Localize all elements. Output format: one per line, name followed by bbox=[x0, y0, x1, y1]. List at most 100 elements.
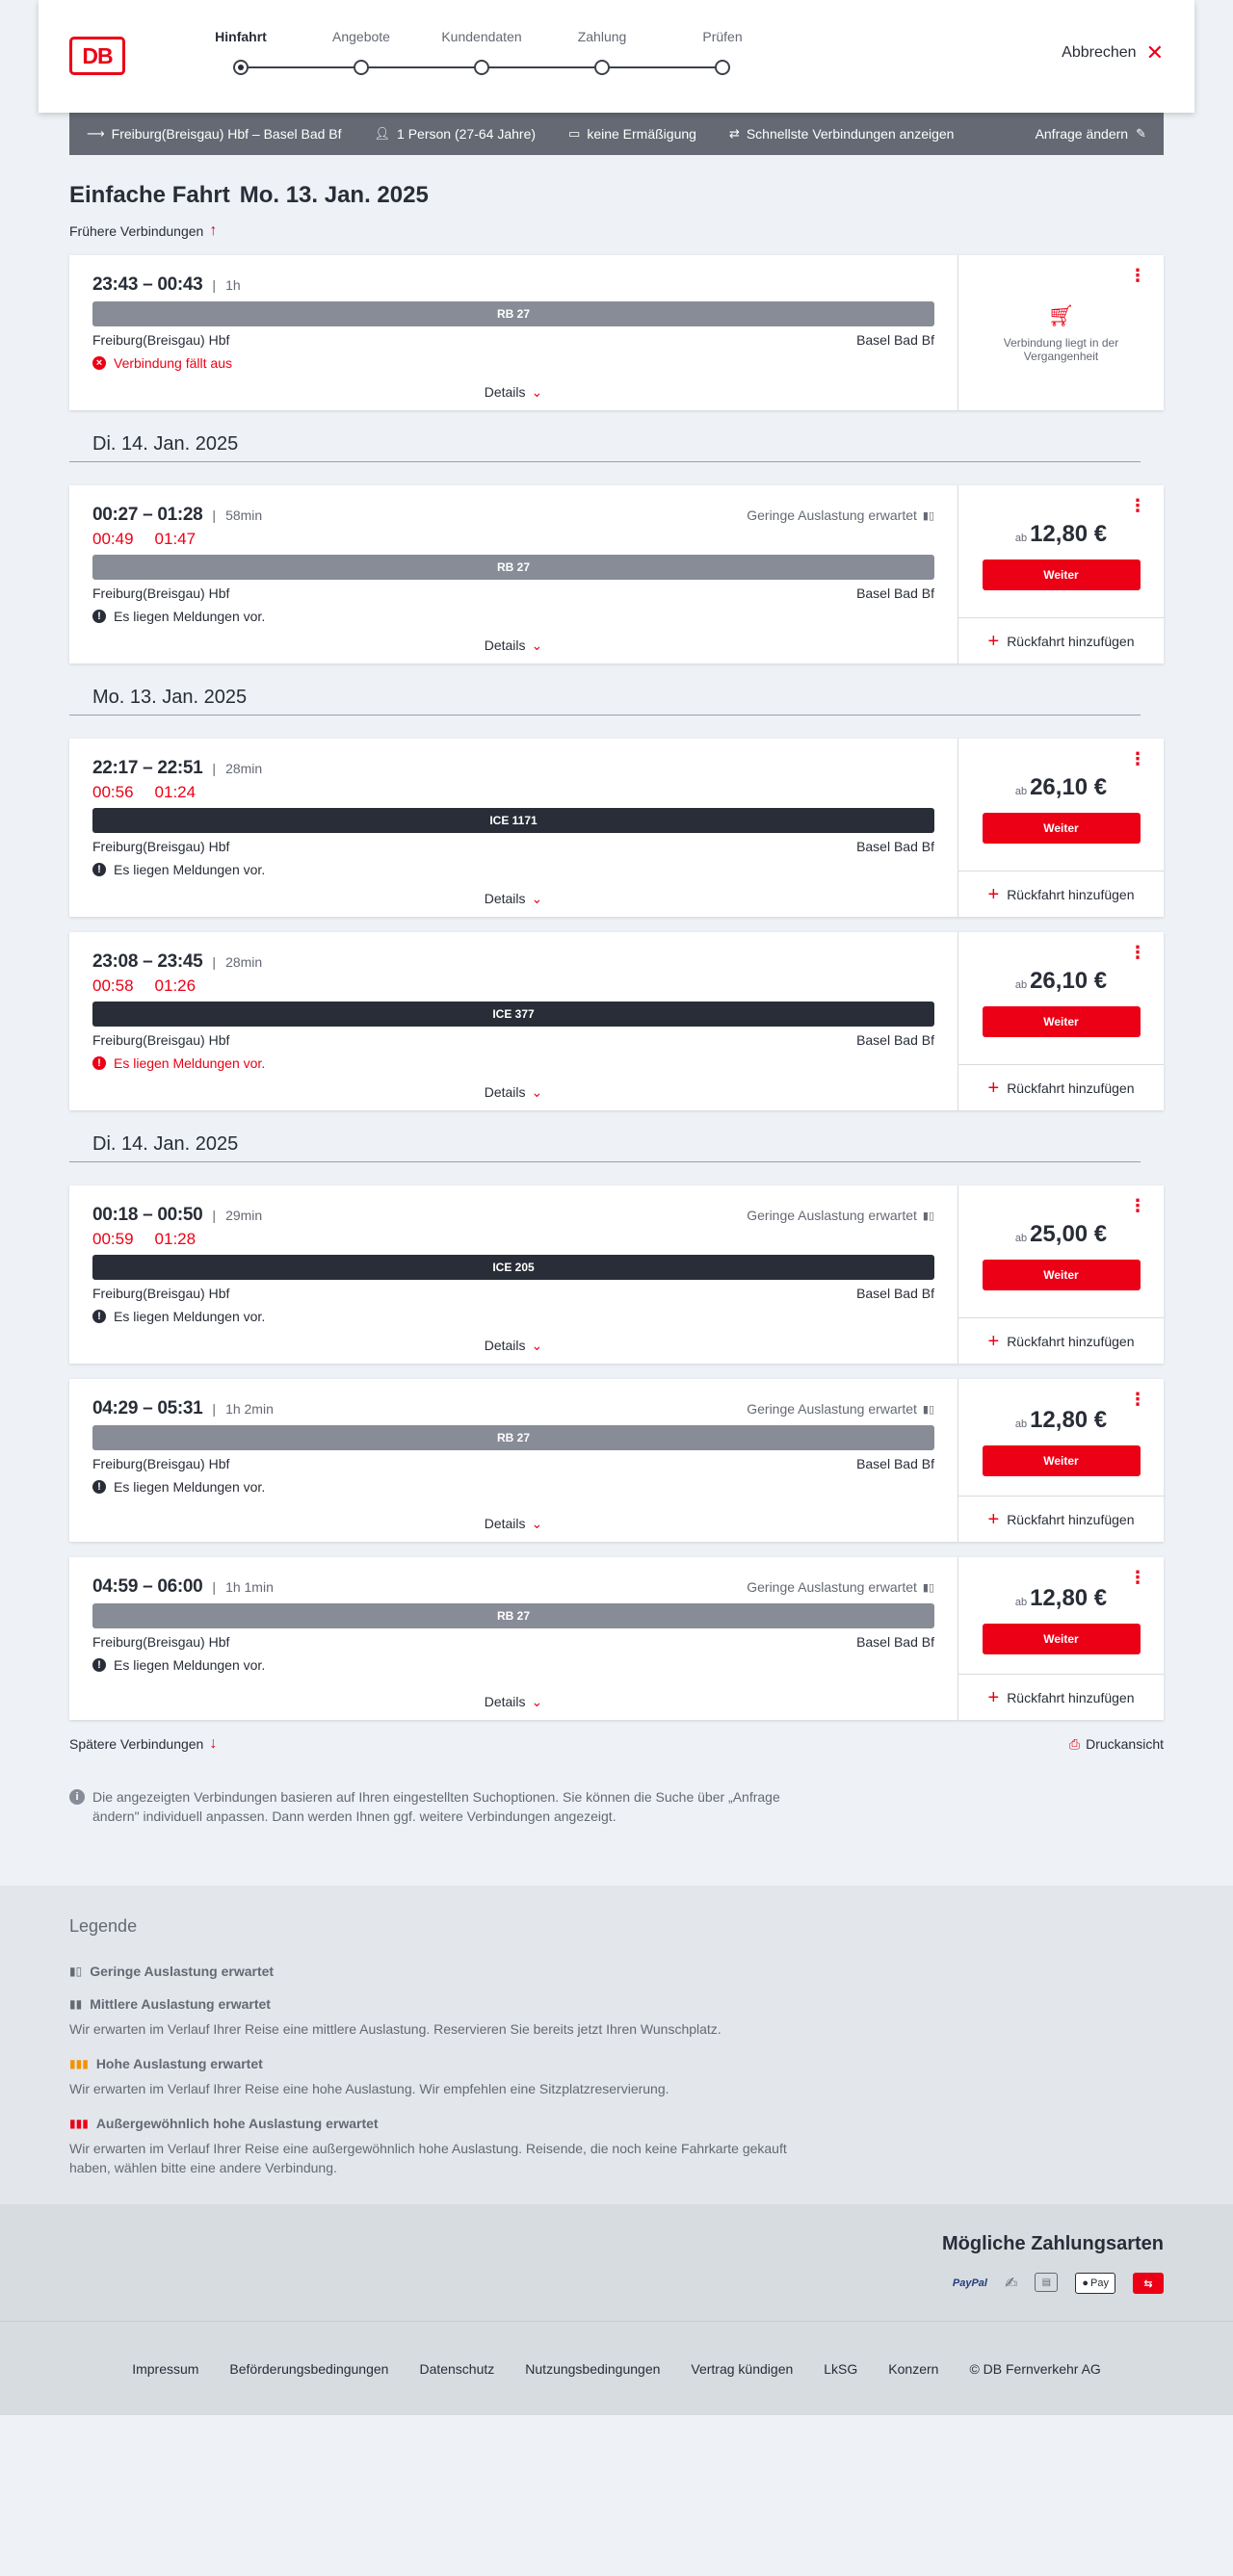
connection-card[interactable]: 04:29 – 05:31 | 1h 2min Geringe Auslastu… bbox=[69, 1379, 1164, 1542]
continue-button[interactable]: Weiter bbox=[982, 559, 1141, 590]
add-return-button[interactable]: + Rückfahrt hinzufügen bbox=[958, 1317, 1164, 1364]
connection-card[interactable]: 23:43 – 00:43 | 1h RB 27 Freiburg(Breisg… bbox=[69, 255, 1164, 410]
continue-button[interactable]: Weiter bbox=[982, 1444, 1141, 1476]
load-text: Geringe Auslastung erwartet bbox=[747, 1401, 917, 1417]
details-label: Details bbox=[484, 637, 526, 653]
train-bar[interactable]: RB 27 bbox=[92, 555, 934, 580]
more-options-icon[interactable]: ⋮ bbox=[1129, 1391, 1146, 1408]
connection-card[interactable]: 00:18 – 00:50 | 29min Geringe Auslastung… bbox=[69, 1185, 1164, 1364]
route-summary[interactable]: ⟶ Freiburg(Breisgau) Hbf – Basel Bad Bf bbox=[87, 126, 342, 142]
details-toggle[interactable]: Details ⌄ bbox=[92, 1673, 934, 1720]
continue-button[interactable]: Weiter bbox=[982, 1623, 1141, 1654]
connection-card[interactable]: 23:08 – 23:45 | 28min 00:58 01:26 ICE 377… bbox=[69, 932, 1164, 1110]
later-connections-link[interactable]: Spätere Verbindungen ↓ bbox=[69, 1735, 217, 1753]
details-toggle[interactable]: Details ⌄ bbox=[92, 877, 934, 917]
notice-message: ! Es liegen Meldungen vor. bbox=[92, 862, 934, 877]
notice-message: ! Es liegen Meldungen vor. bbox=[92, 1479, 934, 1495]
footer-link-vertrag-kuendigen[interactable]: Vertrag kündigen bbox=[691, 2361, 793, 2377]
details-toggle[interactable]: Details ⌄ bbox=[92, 624, 934, 664]
message-text: Es liegen Meldungen vor. bbox=[114, 1657, 266, 1673]
return-label: Rückfahrt hinzufügen bbox=[1007, 1689, 1135, 1705]
footer-link-nutzungsbedingungen[interactable]: Nutzungsbedingungen bbox=[525, 2361, 660, 2377]
footer-link-lksg[interactable]: LkSG bbox=[824, 2361, 857, 2377]
more-options-icon[interactable]: ⋮ bbox=[1129, 267, 1146, 284]
realtime-departure: 00:56 bbox=[92, 783, 134, 801]
option-summary[interactable]: ⇄ Schnellste Verbindungen anzeigen bbox=[729, 126, 955, 142]
train-bar[interactable]: RB 27 bbox=[92, 1603, 934, 1628]
train-bar[interactable]: RB 27 bbox=[92, 1425, 934, 1450]
load-indicator: Geringe Auslastung erwartet ▮▯ bbox=[747, 1208, 934, 1223]
realtime-times: 00:58 01:26 bbox=[92, 976, 934, 996]
add-return-button[interactable]: + Rückfahrt hinzufügen bbox=[958, 1496, 1164, 1542]
date-heading: Mo. 13. Jan. 2025 bbox=[69, 687, 1141, 716]
train-bar[interactable]: ICE 377 bbox=[92, 1002, 934, 1027]
offer-panel: ⋮ 🛒︎ Verbindung liegt in der Vergangenhe… bbox=[958, 255, 1164, 410]
continue-button[interactable]: Weiter bbox=[982, 1005, 1141, 1037]
payment-methods: Mögliche Zahlungsarten PayPal ✍ ▤ ● Pay ⇆ bbox=[0, 2204, 1233, 2321]
notice-message: ! Es liegen Meldungen vor. bbox=[92, 1657, 934, 1673]
search-summary-bar: ⟶ Freiburg(Breisgau) Hbf – Basel Bad Bf … bbox=[69, 113, 1164, 155]
print-view-link[interactable]: ⎙ Druckansicht bbox=[1069, 1736, 1164, 1753]
train-bar[interactable]: RB 27 bbox=[92, 301, 934, 326]
footer-link-konzern[interactable]: Konzern bbox=[888, 2361, 938, 2377]
message-text: Es liegen Meldungen vor. bbox=[114, 1055, 266, 1071]
realtime-arrival: 01:47 bbox=[154, 530, 197, 548]
discount-summary[interactable]: ▭ keine Ermäßigung bbox=[568, 126, 696, 142]
continue-button[interactable]: Weiter bbox=[982, 812, 1141, 844]
footer-link-befoerderungsbedingungen[interactable]: Beförderungsbedingungen bbox=[229, 2361, 388, 2377]
more-options-icon[interactable]: ⋮ bbox=[1129, 497, 1146, 514]
add-return-button[interactable]: + Rückfahrt hinzufügen bbox=[958, 871, 1164, 917]
step-dot bbox=[233, 60, 249, 75]
separator: | bbox=[212, 1208, 217, 1223]
step-pruefen[interactable]: Prüfen bbox=[665, 29, 780, 75]
connection-card[interactable]: 00:27 – 01:28 | 58min Geringe Auslastung… bbox=[69, 485, 1164, 664]
earlier-connections-link[interactable]: Frühere Verbindungen ↑ bbox=[69, 222, 1164, 240]
step-dot bbox=[594, 60, 610, 75]
connection-card[interactable]: 22:17 – 22:51 | 28min 00:56 01:24 ICE 117… bbox=[69, 739, 1164, 917]
step-angebote[interactable]: Angebote bbox=[303, 29, 419, 75]
date-heading: Di. 14. Jan. 2025 bbox=[69, 433, 1141, 462]
step-kundendaten[interactable]: Kundendaten bbox=[424, 29, 539, 75]
train-bar[interactable]: ICE 205 bbox=[92, 1255, 934, 1280]
load-low-icon: ▮▯ bbox=[69, 1965, 83, 1978]
chevron-down-icon: ⌄ bbox=[531, 637, 543, 653]
details-toggle[interactable]: Details ⌄ bbox=[92, 1495, 934, 1542]
step-hinfahrt[interactable]: Hinfahrt bbox=[183, 29, 299, 75]
load-low-icon: ▮▯ bbox=[922, 1210, 934, 1222]
add-return-button[interactable]: + Rückfahrt hinzufügen bbox=[958, 1064, 1164, 1110]
load-exceptional-icon: ▮▮▮ bbox=[69, 2117, 89, 2130]
step-zahlung[interactable]: Zahlung bbox=[544, 29, 660, 75]
legend-title: Legende bbox=[69, 1916, 138, 1936]
price-amount: 12,80 € bbox=[1030, 520, 1108, 547]
offer-panel: ⋮ ab 12,80 € Weiter + Rückfahrt hinzufügen bbox=[958, 1379, 1164, 1542]
more-options-icon[interactable]: ⋮ bbox=[1129, 1569, 1146, 1586]
price-prefix: ab bbox=[1014, 978, 1028, 991]
apple-pay-label: Pay bbox=[1090, 2277, 1109, 2289]
more-options-icon[interactable]: ⋮ bbox=[1129, 944, 1146, 961]
payment-icons: PayPal ✍ ▤ ● Pay ⇆ bbox=[69, 2273, 1164, 2294]
add-return-button[interactable]: + Rückfahrt hinzufügen bbox=[958, 1674, 1164, 1720]
cancel-button[interactable]: Abbrechen ✕ bbox=[1062, 42, 1164, 64]
footer: Impressum Beförderungsbedingungen Datens… bbox=[0, 2321, 1233, 2415]
offer-panel: ⋮ ab 12,80 € Weiter + Rückfahrt hinzufügen bbox=[958, 1557, 1164, 1720]
more-options-icon[interactable]: ⋮ bbox=[1129, 1197, 1146, 1214]
from-station: Freiburg(Breisgau) Hbf bbox=[92, 332, 230, 348]
plus-icon: + bbox=[987, 1330, 1000, 1352]
details-label: Details bbox=[484, 891, 526, 906]
footer-link-datenschutz[interactable]: Datenschutz bbox=[419, 2361, 494, 2377]
db-logo[interactable]: DB bbox=[69, 37, 125, 75]
train-bar[interactable]: ICE 1171 bbox=[92, 808, 934, 833]
footer-link-impressum[interactable]: Impressum bbox=[132, 2361, 198, 2377]
realtime-departure: 00:49 bbox=[92, 530, 134, 548]
connection-card[interactable]: 04:59 – 06:00 | 1h 1min Geringe Auslastu… bbox=[69, 1557, 1164, 1720]
load-low-icon: ▮▯ bbox=[922, 1403, 934, 1416]
more-options-icon[interactable]: ⋮ bbox=[1129, 750, 1146, 768]
add-return-button[interactable]: + Rückfahrt hinzufügen bbox=[958, 617, 1164, 664]
details-toggle[interactable]: Details ⌄ bbox=[92, 1324, 934, 1364]
edit-request-button[interactable]: Anfrage ändern ✎ bbox=[1036, 126, 1146, 142]
continue-button[interactable]: Weiter bbox=[982, 1259, 1141, 1290]
details-toggle[interactable]: Details ⌄ bbox=[92, 371, 934, 410]
load-text: Geringe Auslastung erwartet bbox=[747, 507, 917, 523]
details-toggle[interactable]: Details ⌄ bbox=[92, 1071, 934, 1110]
passenger-summary[interactable]: 👤︎ 1 Person (27-64 Jahre) bbox=[375, 126, 536, 142]
